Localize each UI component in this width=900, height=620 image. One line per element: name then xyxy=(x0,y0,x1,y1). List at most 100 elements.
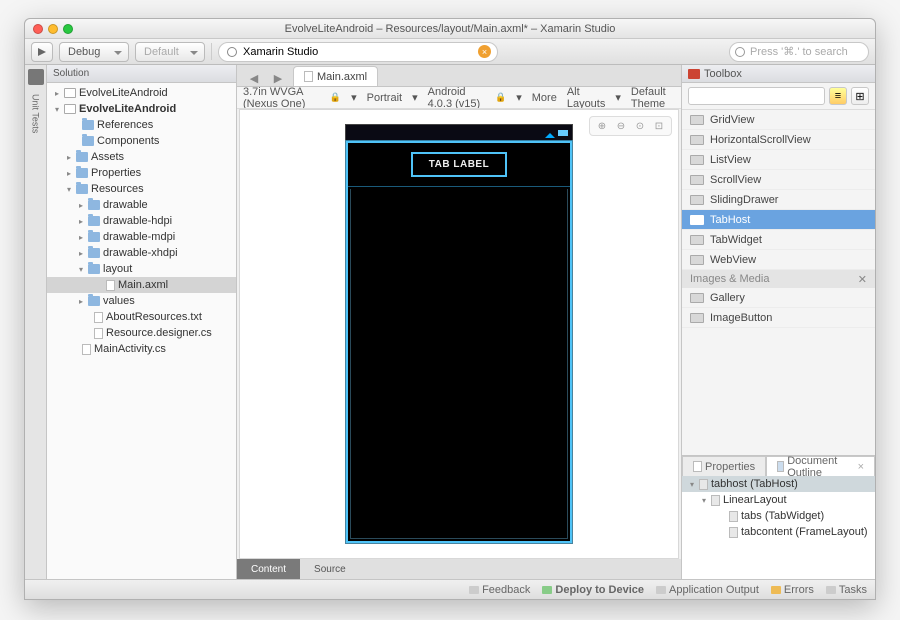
close-tab-icon[interactable]: × xyxy=(858,461,864,473)
alt-layouts-button[interactable]: Alt Layouts xyxy=(567,87,606,109)
toolbox-categories-button[interactable]: ≡ xyxy=(829,87,847,105)
outline-node[interactable]: ▾LinearLayout xyxy=(682,492,875,508)
tab-source[interactable]: Source xyxy=(300,559,360,579)
toolbox-search-input[interactable] xyxy=(688,87,825,105)
titlebar: EvolveLiteAndroid – Resources/layout/Mai… xyxy=(25,19,875,39)
zoom-100-icon[interactable]: ⊡ xyxy=(651,119,667,133)
tree-node[interactable]: Resource.designer.cs xyxy=(47,325,236,341)
toolbox-icon xyxy=(688,69,700,79)
tree-node[interactable]: ▾layout xyxy=(47,261,236,277)
designer-toolbar: 3.7in WVGA (Nexus One) 🔒 ▾ Portrait ▾ An… xyxy=(237,87,681,109)
config-selector[interactable]: Debug xyxy=(59,42,129,62)
toolbox-item[interactable]: WebView xyxy=(682,250,875,270)
toolbox-list-button[interactable]: ⊞ xyxy=(851,87,869,105)
tree-node[interactable]: ▸Properties xyxy=(47,165,236,181)
zoom-fit-icon[interactable]: ⊙ xyxy=(632,119,648,133)
clear-icon[interactable]: × xyxy=(478,45,491,58)
toolbox-item[interactable]: Gallery xyxy=(682,288,875,308)
lock-icon: 🔒 xyxy=(495,92,506,103)
nav-fwd-icon[interactable]: ▶ xyxy=(269,70,287,86)
feedback-icon xyxy=(469,586,479,594)
api-selector[interactable]: Android 4.0.3 (v15) xyxy=(428,87,485,109)
document-outline-tree[interactable]: ▾tabhost (TabHost)▾LinearLayouttabs (Tab… xyxy=(682,476,875,579)
device-preview[interactable]: TAB LABEL xyxy=(345,124,573,544)
editor-tabstrip: ◀ ▶ Main.axml xyxy=(237,65,681,87)
deploy-button[interactable]: Deploy to Device xyxy=(542,584,644,596)
tree-node[interactable]: References xyxy=(47,117,236,133)
statusbar: Feedback Deploy to Device Application Ou… xyxy=(25,579,875,599)
toolbox-item[interactable]: ListView xyxy=(682,150,875,170)
toolbox-item[interactable]: GridView xyxy=(682,110,875,130)
tab-properties[interactable]: Properties xyxy=(682,456,766,476)
toolbox-item[interactable]: TabHost xyxy=(682,210,875,230)
outline-node[interactable]: tabcontent (FrameLayout) xyxy=(682,524,875,540)
tree-node[interactable]: MainActivity.cs xyxy=(47,341,236,357)
tasks-button[interactable]: Tasks xyxy=(826,584,867,596)
tab-row: TAB LABEL xyxy=(348,143,570,187)
tree-node[interactable]: Components xyxy=(47,133,236,149)
tree-node[interactable]: ▸drawable xyxy=(47,197,236,213)
device-selector[interactable]: 3.7in WVGA (Nexus One) xyxy=(243,87,320,109)
theme-selector[interactable]: Default Theme xyxy=(631,87,675,109)
tree-node[interactable]: ▸drawable-hdpi xyxy=(47,213,236,229)
toolbox-list[interactable]: GridViewHorizontalScrollViewListViewScro… xyxy=(682,110,875,455)
properties-icon xyxy=(693,461,702,472)
close-icon[interactable] xyxy=(33,24,43,34)
outline-node[interactable]: ▾tabhost (TabHost) xyxy=(682,476,875,492)
main-toolbar: Debug Default Xamarin Studio × Press '⌘.… xyxy=(25,39,875,65)
orientation-selector[interactable]: Portrait xyxy=(367,92,402,104)
window-title: EvolveLiteAndroid – Resources/layout/Mai… xyxy=(285,23,616,35)
target-selector[interactable]: Default xyxy=(135,42,205,62)
target-icon xyxy=(227,47,237,57)
solution-header: Solution xyxy=(47,65,236,83)
breadcrumb-combo[interactable]: Xamarin Studio × xyxy=(218,42,498,62)
design-canvas[interactable]: ⊕ ⊖ ⊙ ⊡ TAB LABEL xyxy=(239,109,679,559)
solution-tree[interactable]: ▸EvolveLiteAndroid▾EvolveLiteAndroidRefe… xyxy=(47,83,236,579)
designer-bottom-tabs: Content Source xyxy=(237,559,681,579)
tab-main-axml[interactable]: Main.axml xyxy=(293,66,378,86)
toolbox-item[interactable]: TabWidget xyxy=(682,230,875,250)
battery-icon xyxy=(558,130,568,136)
deploy-icon xyxy=(542,586,552,594)
tree-node[interactable]: ▾EvolveLiteAndroid xyxy=(47,101,236,117)
tree-node[interactable]: AboutResources.txt xyxy=(47,309,236,325)
tab-content[interactable]: Content xyxy=(237,559,300,579)
outline-node[interactable]: tabs (TabWidget) xyxy=(682,508,875,524)
feedback-button[interactable]: Feedback xyxy=(469,584,530,596)
toolbox-item[interactable]: ImageButton xyxy=(682,308,875,328)
tree-node[interactable]: Main.axml xyxy=(47,277,236,293)
run-button[interactable] xyxy=(31,42,53,62)
output-button[interactable]: Application Output xyxy=(656,584,759,596)
toolbox-item[interactable]: ScrollView xyxy=(682,170,875,190)
tabhost-selection[interactable]: TAB LABEL xyxy=(346,141,572,543)
toolbox-header: Toolbox xyxy=(682,65,875,83)
toolbox-item[interactable]: HorizontalScrollView xyxy=(682,130,875,150)
tab-label[interactable]: TAB LABEL xyxy=(411,152,507,177)
tab-content-frame[interactable] xyxy=(350,189,568,539)
tree-node[interactable]: ▾Resources xyxy=(47,181,236,197)
tab-document-outline[interactable]: Document Outline × xyxy=(766,456,875,476)
search-input[interactable]: Press '⌘.' to search xyxy=(729,42,869,62)
more-button[interactable]: More xyxy=(532,92,557,104)
zoom-out-icon[interactable]: ⊖ xyxy=(613,119,629,133)
rail-icon[interactable] xyxy=(28,69,44,85)
tree-node[interactable]: ▸values xyxy=(47,293,236,309)
signal-icon xyxy=(545,128,555,138)
right-bottom-tabs: Properties Document Outline × xyxy=(682,456,875,476)
solution-panel: Solution ▸EvolveLiteAndroid▾EvolveLiteAn… xyxy=(47,65,237,579)
errors-button[interactable]: Errors xyxy=(771,584,814,596)
tree-node[interactable]: ▸drawable-mdpi xyxy=(47,229,236,245)
traffic-lights xyxy=(33,24,73,34)
zoom-controls: ⊕ ⊖ ⊙ ⊡ xyxy=(589,116,672,136)
tree-node[interactable]: ▸drawable-xhdpi xyxy=(47,245,236,261)
left-rail: Unit Tests xyxy=(25,65,47,579)
unit-tests-tab[interactable]: Unit Tests xyxy=(31,94,41,133)
nav-back-icon[interactable]: ◀ xyxy=(245,70,263,86)
zoom-in-icon[interactable]: ⊕ xyxy=(594,119,610,133)
minimize-icon[interactable] xyxy=(48,24,58,34)
toolbox-item[interactable]: SlidingDrawer xyxy=(682,190,875,210)
tree-node[interactable]: ▸Assets xyxy=(47,149,236,165)
zoom-icon[interactable] xyxy=(63,24,73,34)
tree-node[interactable]: ▸EvolveLiteAndroid xyxy=(47,85,236,101)
lock-icon: 🔒 xyxy=(330,92,341,103)
